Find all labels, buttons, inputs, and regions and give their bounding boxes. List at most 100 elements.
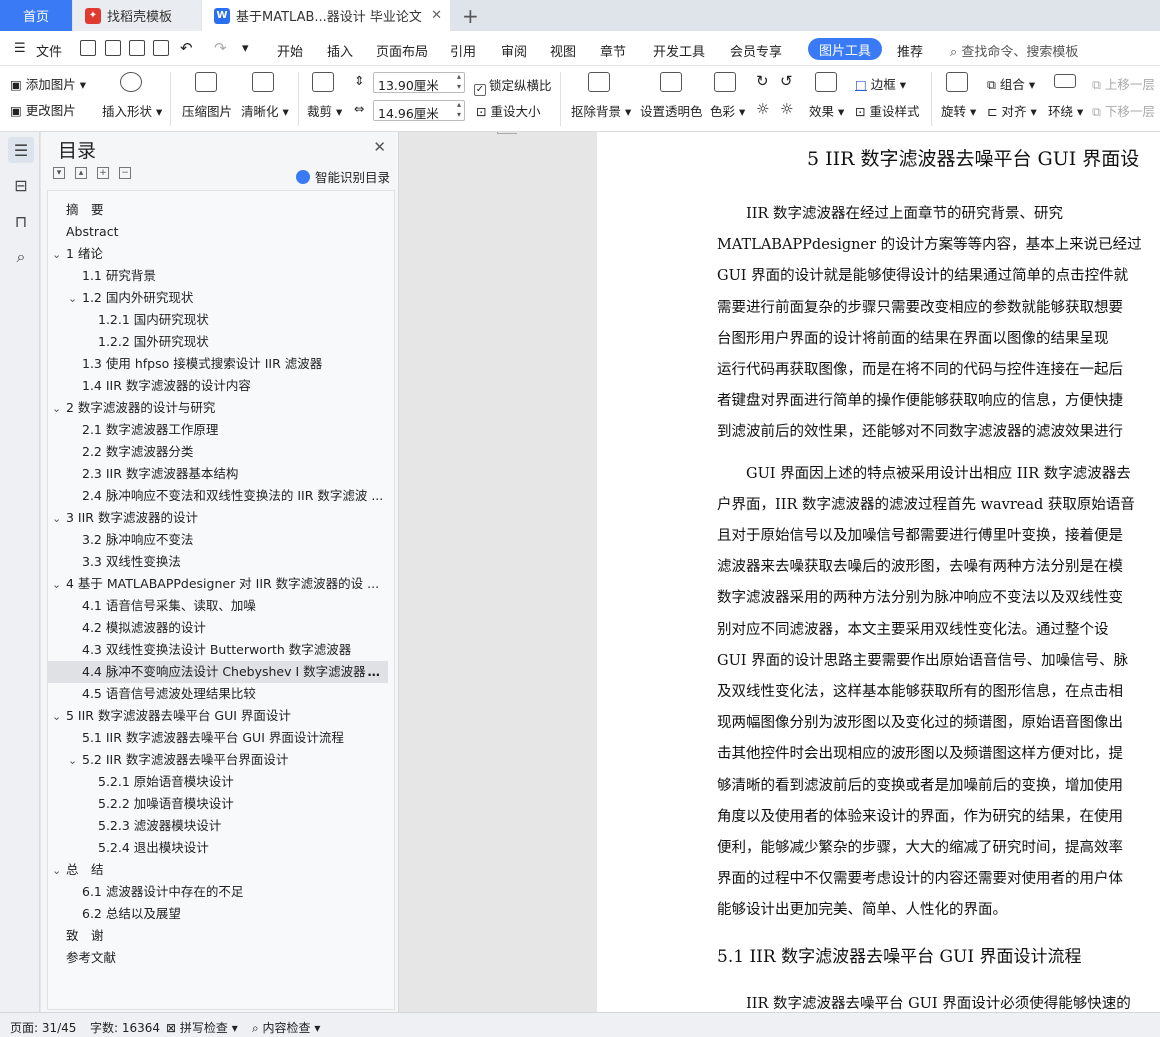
remove-item-icon[interactable]: − <box>119 167 131 179</box>
tab-document[interactable]: W 基于MATLAB...器设计 毕业论文 ✕ <box>202 0 450 31</box>
color-button[interactable]: 色彩 ▾ <box>710 101 745 120</box>
toc-item[interactable]: 2.3 IIR 数字滤波器基本结构 <box>48 463 388 485</box>
spell-check-button[interactable]: ⊠ 拼写检查 ▾ <box>166 1019 238 1036</box>
reset-size-button[interactable]: ⊡ 重设大小 <box>476 101 540 120</box>
menu-picture-tools[interactable]: 图片工具 <box>808 38 882 60</box>
add-image-button[interactable]: ▣ 添加图片 ▾ <box>10 74 86 93</box>
toc-item[interactable]: 2.2 数字滤波器分类 <box>48 441 388 463</box>
command-search[interactable]: ⌕ 查找命令、搜索模板 <box>950 41 1078 60</box>
toc-item[interactable]: 4.5 语音信号滤波处理结果比较 <box>48 683 388 705</box>
tab-home[interactable]: 首页 <box>0 0 72 31</box>
wrap-button[interactable]: 环绕 ▾ <box>1048 101 1083 120</box>
bookmark-icon[interactable]: ⊓ <box>8 208 34 234</box>
search-icon[interactable]: ⌕ <box>8 244 34 270</box>
chevron-down-icon[interactable]: ⌄ <box>52 508 66 529</box>
toc-item[interactable]: ⌄ 4 基于 MATLABAPPdesigner 对 IIR 数字滤波器的设 ..… <box>48 573 388 595</box>
close-icon[interactable]: ✕ <box>373 138 386 156</box>
chevron-down-icon[interactable]: ⌄ <box>68 288 82 309</box>
set-transparent-button[interactable]: 设置透明色 <box>640 101 703 120</box>
redo-icon[interactable]: ↷ <box>214 39 227 57</box>
more-icon[interactable]: … <box>368 661 381 683</box>
print-preview-icon[interactable] <box>153 40 169 56</box>
hamburger-icon[interactable]: ☰ <box>14 41 26 56</box>
border-button[interactable]: □ 边框 ▾ <box>855 74 906 93</box>
width-input[interactable]: 14.96厘米 <box>373 100 465 121</box>
menu-view[interactable]: 视图 <box>550 41 576 60</box>
menu-start[interactable]: 开始 <box>277 41 303 60</box>
undo-icon[interactable]: ↶ <box>180 39 193 57</box>
toc-item[interactable]: 5.1 IIR 数字滤波器去噪平台 GUI 界面设计流程 <box>48 727 388 749</box>
bring-forward-button[interactable]: ⧉ 上移一层 <box>1092 74 1155 93</box>
chevron-down-icon[interactable]: ⌄ <box>52 860 66 881</box>
chevron-down-icon[interactable]: ⌄ <box>52 706 66 727</box>
toc-item[interactable]: Abstract <box>48 221 388 243</box>
compress-image-button[interactable]: 压缩图片 <box>182 101 232 120</box>
content-check-button[interactable]: ⌕ 内容检查 ▾ <box>252 1019 320 1036</box>
remove-background-button[interactable]: 抠除背景 ▾ <box>571 101 631 120</box>
sharpen-button[interactable]: 清晰化 ▾ <box>241 101 289 120</box>
menu-file[interactable]: 文件 <box>36 41 62 60</box>
menu-chapter[interactable]: 章节 <box>600 41 626 60</box>
toc-item[interactable]: ⌄ 5.2 IIR 数字滤波器去噪平台界面设计 <box>48 749 388 771</box>
align-button[interactable]: ⊏ 对齐 ▾ <box>987 101 1037 120</box>
crop-button[interactable]: 裁剪 ▾ <box>307 101 342 120</box>
toc-item[interactable]: 5.2.4 退出模块设计 <box>48 837 388 859</box>
collapse-all-icon[interactable]: ▴ <box>75 167 87 179</box>
toc-item[interactable]: 4.1 语音信号采集、读取、加噪 <box>48 595 388 617</box>
save-icon[interactable] <box>80 40 96 56</box>
add-tab-icon[interactable]: + <box>462 4 479 28</box>
toc-item[interactable]: 5.2.2 加噪语音模块设计 <box>48 793 388 815</box>
chevron-down-icon[interactable]: ⌄ <box>52 244 66 265</box>
group-button[interactable]: ⧉ 组合 ▾ <box>987 74 1035 93</box>
toc-item[interactable]: 4.3 双线性变换法设计 Butterworth 数字滤波器 <box>48 639 388 661</box>
insert-shape-button[interactable]: 插入形状 ▾ <box>102 101 162 120</box>
customize-toolbar-icon[interactable]: ▾ <box>242 41 249 56</box>
expand-all-icon[interactable]: ▾ <box>53 167 65 179</box>
brightness-icon[interactable]: ☼ <box>756 100 769 118</box>
toc-item[interactable]: 摘 要 <box>48 199 388 221</box>
toc-item[interactable]: ⌄ 总 结 <box>48 859 388 881</box>
close-icon[interactable]: ✕ <box>431 8 442 23</box>
toc-panel-icon[interactable]: ☰ <box>8 137 34 163</box>
chevron-down-icon[interactable]: ⌄ <box>68 750 82 771</box>
menu-review[interactable]: 审阅 <box>501 41 527 60</box>
rotate-right-icon[interactable]: ↺ <box>780 72 793 90</box>
toc-item[interactable]: 1.2.1 国内研究现状 <box>48 309 388 331</box>
lock-ratio-checkbox[interactable]: ✓ 锁定纵横比 <box>474 75 552 96</box>
chapter-nav-icon[interactable]: ⊟ <box>8 172 34 198</box>
menu-developer[interactable]: 开发工具 <box>653 41 705 60</box>
toc-item[interactable]: 4.2 模拟滤波器的设计 <box>48 617 388 639</box>
toc-item[interactable]: 1.2.2 国外研究现状 <box>48 331 388 353</box>
toc-item[interactable]: 4.4 脉冲不变响应法设计 Chebyshev I 数字滤波器… <box>48 661 388 683</box>
chevron-down-icon[interactable]: ⌄ <box>52 574 66 595</box>
send-backward-button[interactable]: ⧉ 下移一层 <box>1092 101 1155 120</box>
toc-item[interactable]: 5.2.1 原始语音模块设计 <box>48 771 388 793</box>
effects-button[interactable]: 效果 ▾ <box>809 101 844 120</box>
menu-page-layout[interactable]: 页面布局 <box>376 41 428 60</box>
change-image-button[interactable]: ▣ 更改图片 <box>10 100 76 119</box>
toc-item[interactable]: 3.3 双线性变换法 <box>48 551 388 573</box>
toc-item[interactable]: 3.2 脉冲响应不变法 <box>48 529 388 551</box>
page-indicator[interactable]: 页面: 31/45 <box>10 1019 76 1036</box>
toc-item[interactable]: 参考文献 <box>48 947 388 969</box>
reset-style-button[interactable]: ⊡ 重设样式 <box>855 101 919 120</box>
toc-item[interactable]: 1.4 IIR 数字滤波器的设计内容 <box>48 375 388 397</box>
toc-item[interactable]: ⌄ 3 IIR 数字滤波器的设计 <box>48 507 388 529</box>
toc-item[interactable]: 6.1 滤波器设计中存在的不足 <box>48 881 388 903</box>
tab-daoke-templates[interactable]: ✦ 找稻壳模板 <box>73 0 201 31</box>
menu-references[interactable]: 引用 <box>450 41 476 60</box>
toc-item[interactable]: 致 谢 <box>48 925 388 947</box>
toc-item[interactable]: ⌄ 2 数字滤波器的设计与研究 <box>48 397 388 419</box>
menu-member[interactable]: 会员专享 <box>730 41 782 60</box>
toc-item[interactable]: 2.1 数字滤波器工作原理 <box>48 419 388 441</box>
toc-item[interactable]: 2.4 脉冲响应不变法和双线性变换法的 IIR 数字滤波 ... <box>48 485 388 507</box>
toc-item[interactable]: ⌄ 1 绪论 <box>48 243 388 265</box>
chevron-down-icon[interactable]: ⌄ <box>52 398 66 419</box>
rotate-button[interactable]: 旋转 ▾ <box>941 101 976 120</box>
menu-insert[interactable]: 插入 <box>327 41 353 60</box>
contrast-icon[interactable]: ☼ <box>780 100 793 118</box>
toc-item[interactable]: ⌄ 1.2 国内外研究现状 <box>48 287 388 309</box>
export-pdf-icon[interactable] <box>105 40 121 56</box>
document-page[interactable]: 5 IIR 数字滤波器去噪平台 GUI 界面设 IIR 数字滤波器在经过上面章节… <box>597 132 1160 1012</box>
toc-item[interactable]: 6.2 总结以及展望 <box>48 903 388 925</box>
